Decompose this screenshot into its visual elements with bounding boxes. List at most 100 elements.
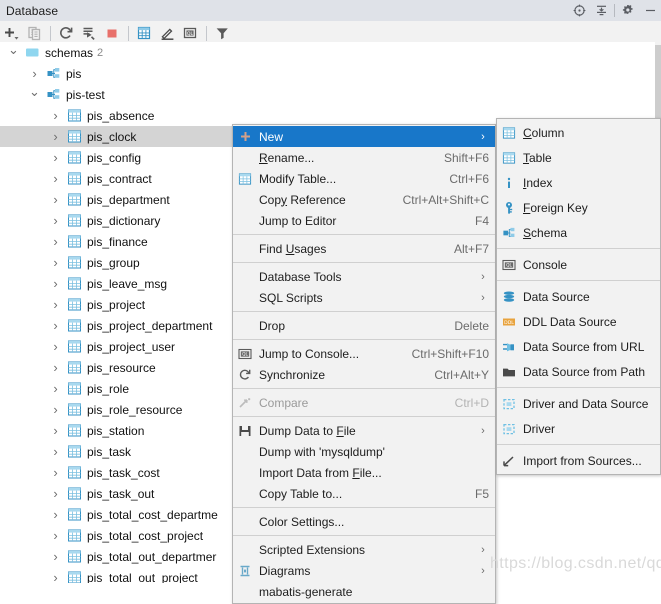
menu-item-database-tools[interactable]: Database Tools› xyxy=(233,266,495,287)
funnel-icon[interactable] xyxy=(211,22,234,44)
table-icon xyxy=(235,168,255,189)
tree-row-pis-test[interactable]: ⌄pis-test xyxy=(0,84,655,105)
menu-item-driver-and-data-source[interactable]: Driver and Data Source xyxy=(497,391,660,416)
driver-icon xyxy=(499,393,519,414)
chevron-right-icon[interactable]: › xyxy=(50,467,61,478)
menu-item-table[interactable]: Table xyxy=(497,145,660,170)
add-data-source-button[interactable] xyxy=(0,22,23,44)
menu-separator xyxy=(233,535,495,536)
chevron-right-icon: › xyxy=(477,544,489,556)
pencil-icon[interactable] xyxy=(156,22,179,44)
chevron-right-icon[interactable]: › xyxy=(50,194,61,205)
menu-item-data-source[interactable]: Data Source xyxy=(497,284,660,309)
menu-item-data-source-from-url[interactable]: Data Source from URL xyxy=(497,334,660,359)
menu-item-scripted-extensions[interactable]: Scripted Extensions› xyxy=(233,539,495,560)
run-sql-script-button[interactable] xyxy=(78,22,101,44)
menu-item-find-usages[interactable]: Find UsagesAlt+F7 xyxy=(233,238,495,259)
menu-separator xyxy=(233,416,495,417)
stop-button[interactable] xyxy=(101,22,124,44)
table-icon xyxy=(499,122,519,143)
chevron-right-icon[interactable]: › xyxy=(29,68,40,79)
tree-row-label: pis_total_cost_project xyxy=(87,529,203,543)
menu-item-new[interactable]: New› xyxy=(233,126,495,147)
chevron-right-icon[interactable]: › xyxy=(50,383,61,394)
chevron-right-icon: › xyxy=(477,565,489,577)
chevron-right-icon[interactable]: › xyxy=(50,572,61,583)
chevron-right-icon[interactable]: › xyxy=(50,215,61,226)
duplicate-button[interactable] xyxy=(23,22,46,44)
svg-text:QL: QL xyxy=(242,351,248,357)
chevron-right-icon[interactable]: › xyxy=(50,236,61,247)
key-icon xyxy=(499,197,519,218)
menu-item-diagrams[interactable]: Diagrams› xyxy=(233,560,495,581)
chevron-right-icon[interactable]: › xyxy=(50,341,61,352)
menu-item-driver[interactable]: Driver xyxy=(497,416,660,441)
chevron-right-icon[interactable]: › xyxy=(50,131,61,142)
tree-row-pis[interactable]: ›pis xyxy=(0,63,655,84)
menu-item-label: Data Source from URL xyxy=(519,340,654,354)
menu-item-label: mabatis-generate xyxy=(255,585,489,599)
chevron-right-icon[interactable]: › xyxy=(50,404,61,415)
menu-item-label: Synchronize xyxy=(255,368,420,382)
menu-item-copy-reference[interactable]: Copy ReferenceCtrl+Alt+Shift+C xyxy=(233,189,495,210)
menu-item-label: Database Tools xyxy=(255,270,477,284)
chevron-right-icon[interactable]: › xyxy=(50,152,61,163)
chevron-down-icon[interactable]: ⌄ xyxy=(29,89,40,100)
menu-item-console[interactable]: QLConsole xyxy=(497,252,660,277)
chevron-right-icon[interactable]: › xyxy=(50,446,61,457)
menu-item-drop[interactable]: DropDelete xyxy=(233,315,495,336)
chevron-right-icon[interactable]: › xyxy=(50,488,61,499)
chevron-right-icon[interactable]: › xyxy=(50,110,61,121)
menu-item-import-from-sources[interactable]: Import from Sources... xyxy=(497,448,660,473)
table-context-menu[interactable]: New›Rename...Shift+F6Modify Table...Ctrl… xyxy=(232,124,496,604)
folder-icon xyxy=(499,361,519,382)
chevron-right-icon[interactable]: › xyxy=(50,530,61,541)
sql-console-button[interactable]: QL xyxy=(179,22,202,44)
table-icon xyxy=(67,423,82,438)
chevron-right-icon[interactable]: › xyxy=(50,551,61,562)
chevron-right-icon[interactable]: › xyxy=(50,509,61,520)
menu-item-dump-with-mysqldump[interactable]: Dump with 'mysqldump' xyxy=(233,441,495,462)
chevron-right-icon[interactable]: › xyxy=(50,320,61,331)
toolbar-divider-2 xyxy=(128,26,129,41)
menu-item-ddl-data-source[interactable]: DDLDDL Data Source xyxy=(497,309,660,334)
chevron-right-icon[interactable]: › xyxy=(50,257,61,268)
menu-item-data-source-from-path[interactable]: Data Source from Path xyxy=(497,359,660,384)
menu-item-copy-table-to[interactable]: Copy Table to...F5 xyxy=(233,483,495,504)
chevron-right-icon[interactable]: › xyxy=(50,362,61,373)
menu-item-import-data-from-file[interactable]: Import Data from File... xyxy=(233,462,495,483)
chevron-right-icon[interactable]: › xyxy=(50,425,61,436)
menu-item-mabatis-generate[interactable]: mabatis-generate xyxy=(233,581,495,602)
collapse-all-icon[interactable] xyxy=(590,0,612,21)
open-table-editor-button[interactable] xyxy=(133,22,156,44)
menu-item-sql-scripts[interactable]: SQL Scripts› xyxy=(233,287,495,308)
menu-item-shortcut: Ctrl+Shift+F10 xyxy=(398,347,489,361)
chevron-right-icon[interactable]: › xyxy=(50,278,61,289)
chevron-right-icon[interactable]: › xyxy=(50,173,61,184)
menu-item-label: Compare xyxy=(255,396,441,410)
menu-item-synchronize[interactable]: SynchronizeCtrl+Alt+Y xyxy=(233,364,495,385)
menu-item-jump-to-editor[interactable]: Jump to EditorF4 xyxy=(233,210,495,231)
menu-item-schema[interactable]: Schema xyxy=(497,220,660,245)
gear-icon[interactable] xyxy=(617,0,639,21)
menu-item-jump-to-console[interactable]: QLJump to Console...Ctrl+Shift+F10 xyxy=(233,343,495,364)
table-icon xyxy=(67,444,82,459)
menu-item-label: Column xyxy=(519,126,654,140)
refresh-button[interactable] xyxy=(55,22,78,44)
menu-item-label: Driver and Data Source xyxy=(519,397,654,411)
minimize-icon[interactable] xyxy=(639,0,661,21)
menu-item-dump-data-to-file[interactable]: Dump Data to File› xyxy=(233,420,495,441)
new-submenu[interactable]: Column TableIndexForeign KeySchema QLConso… xyxy=(496,118,661,475)
chevron-down-icon[interactable]: ⌄ xyxy=(8,47,19,58)
menu-item-rename[interactable]: Rename...Shift+F6 xyxy=(233,147,495,168)
menu-item-modify-table[interactable]: Modify Table...Ctrl+F6 xyxy=(233,168,495,189)
tree-row-schemas[interactable]: ⌄schemas2 xyxy=(0,42,655,63)
settings-target-icon[interactable] xyxy=(568,0,590,21)
chevron-right-icon[interactable]: › xyxy=(50,299,61,310)
menu-item-foreign-key[interactable]: Foreign Key xyxy=(497,195,660,220)
menu-item-shortcut: Ctrl+F6 xyxy=(435,172,489,186)
titlebar-divider xyxy=(614,4,615,17)
menu-item-color-settings[interactable]: Color Settings... xyxy=(233,511,495,532)
menu-item-index[interactable]: Index xyxy=(497,170,660,195)
menu-item-column[interactable]: Column xyxy=(497,120,660,145)
